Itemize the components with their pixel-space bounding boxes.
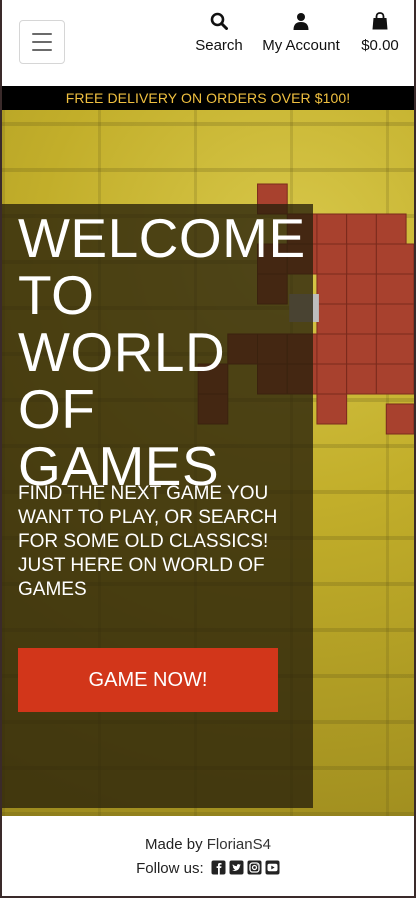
my-account-nav-link[interactable]: My Account: [257, 12, 345, 54]
youtube-icon[interactable]: [265, 860, 280, 875]
shopping-bag-link[interactable]: $0.00: [357, 12, 403, 54]
hero-subtitle: FIND THE NEXT GAME YOU WANT TO PLAY, OR …: [18, 483, 278, 600]
hero-section: WELCOME TO WORLD OF GAMES FIND THE NEXT …: [2, 110, 414, 816]
game-now-button[interactable]: GAME NOW!: [18, 648, 278, 712]
credits-line: Made by FlorianS4: [2, 836, 414, 853]
follow-label: Follow us:: [136, 860, 204, 877]
follow-line: Follow us:: [2, 860, 414, 877]
search-nav-link[interactable]: Search: [192, 12, 246, 54]
promo-text: FREE DELIVERY ON ORDERS OVER $100!: [65, 90, 351, 106]
social-links: [211, 860, 280, 875]
my-account-label: My Account: [262, 37, 340, 54]
instagram-icon[interactable]: [247, 860, 262, 875]
user-icon: [257, 12, 345, 34]
site-header: Search My Account $0.00: [2, 0, 414, 86]
hamburger-menu-icon: [32, 33, 52, 35]
search-icon: [192, 12, 246, 34]
site-footer: Made by FlorianS4 Follow us:: [2, 816, 414, 896]
shopping-bag-icon: [357, 12, 403, 34]
search-label: Search: [195, 37, 243, 54]
hamburger-menu-button[interactable]: [19, 20, 65, 64]
twitter-icon[interactable]: [229, 860, 244, 875]
bag-total: $0.00: [361, 37, 399, 54]
author-link[interactable]: FlorianS4: [207, 836, 271, 853]
facebook-icon[interactable]: [211, 860, 226, 875]
promo-banner: FREE DELIVERY ON ORDERS OVER $100!: [2, 86, 414, 110]
made-by-text: Made by: [145, 836, 203, 853]
hero-title: WELCOME TO WORLD OF GAMES: [18, 207, 306, 497]
page: Search My Account $0.00 FREE DELIVERY ON…: [0, 0, 416, 898]
